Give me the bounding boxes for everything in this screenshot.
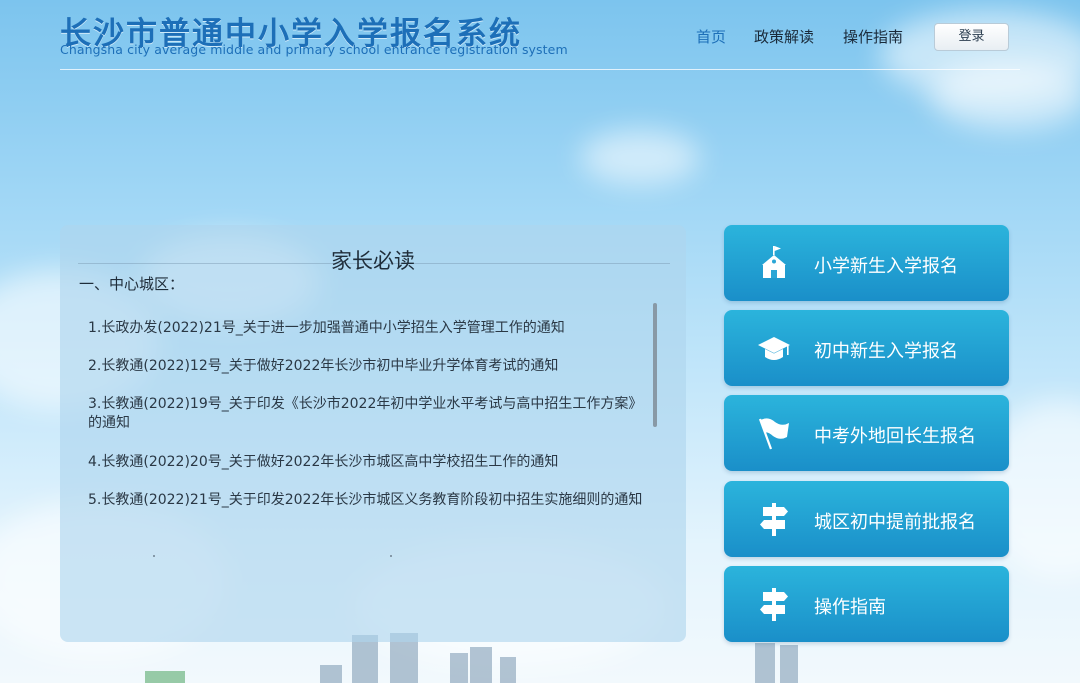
nav-home-link[interactable]: 首页 bbox=[696, 26, 726, 47]
notice-scrollbar[interactable] bbox=[653, 303, 657, 427]
divider-dot bbox=[390, 555, 392, 557]
divider-dot bbox=[153, 555, 155, 557]
notice-panel: 家长必读 一、中心城区： 1.长政办发(2022)21号_关于进一步加强普通中小… bbox=[60, 225, 686, 642]
site-subtitle: Changsha city average middle and primary… bbox=[60, 42, 568, 57]
operation-guide-button[interactable]: 操作指南 bbox=[724, 566, 1009, 642]
side-button-label: 中考外地回长生报名 bbox=[814, 426, 976, 447]
panel-title: 家长必读 bbox=[331, 249, 415, 273]
notice-link[interactable]: 2.长教通(2022)12号_关于做好2022年长沙市初中毕业升学体育考试的通知 bbox=[88, 357, 648, 376]
side-button-label: 城区初中提前批报名 bbox=[814, 512, 976, 533]
signpost-icon bbox=[760, 503, 788, 536]
login-button[interactable]: 登录 bbox=[934, 23, 1009, 51]
nav-guide-link[interactable]: 操作指南 bbox=[843, 26, 903, 47]
flag-icon bbox=[758, 418, 789, 450]
primary-school-register-button[interactable]: 小学新生入学报名 bbox=[724, 225, 1009, 301]
notice-link[interactable]: 5.长教通(2022)21号_关于印发2022年长沙市城区义务教育阶段初中招生实… bbox=[88, 491, 648, 510]
notice-link[interactable]: 4.长教通(2022)20号_关于做好2022年长沙市城区高中学校招生工作的通知 bbox=[88, 453, 648, 472]
header-divider bbox=[60, 69, 1020, 70]
graduation-cap-icon bbox=[758, 337, 790, 360]
middle-school-register-button[interactable]: 初中新生入学报名 bbox=[724, 310, 1009, 386]
side-button-label: 操作指南 bbox=[814, 597, 886, 618]
site-header: 长沙市普通中小学入学报名系统 Changsha city average mid… bbox=[0, 0, 1080, 70]
nav-policy-link[interactable]: 政策解读 bbox=[754, 26, 814, 47]
school-building-icon bbox=[762, 246, 786, 278]
early-batch-register-button[interactable]: 城区初中提前批报名 bbox=[724, 481, 1009, 557]
section-title: 一、中心城区： bbox=[79, 275, 185, 293]
returning-student-register-button[interactable]: 中考外地回长生报名 bbox=[724, 395, 1009, 471]
side-button-label: 初中新生入学报名 bbox=[814, 341, 958, 362]
side-button-label: 小学新生入学报名 bbox=[814, 256, 958, 277]
notice-link[interactable]: 3.长教通(2022)19号_关于印发《长沙市2022年初中学业水平考试与高中招… bbox=[88, 395, 648, 433]
notice-link[interactable]: 1.长政办发(2022)21号_关于进一步加强普通中小学招生入学管理工作的通知 bbox=[88, 319, 648, 338]
signpost-icon bbox=[760, 588, 788, 621]
